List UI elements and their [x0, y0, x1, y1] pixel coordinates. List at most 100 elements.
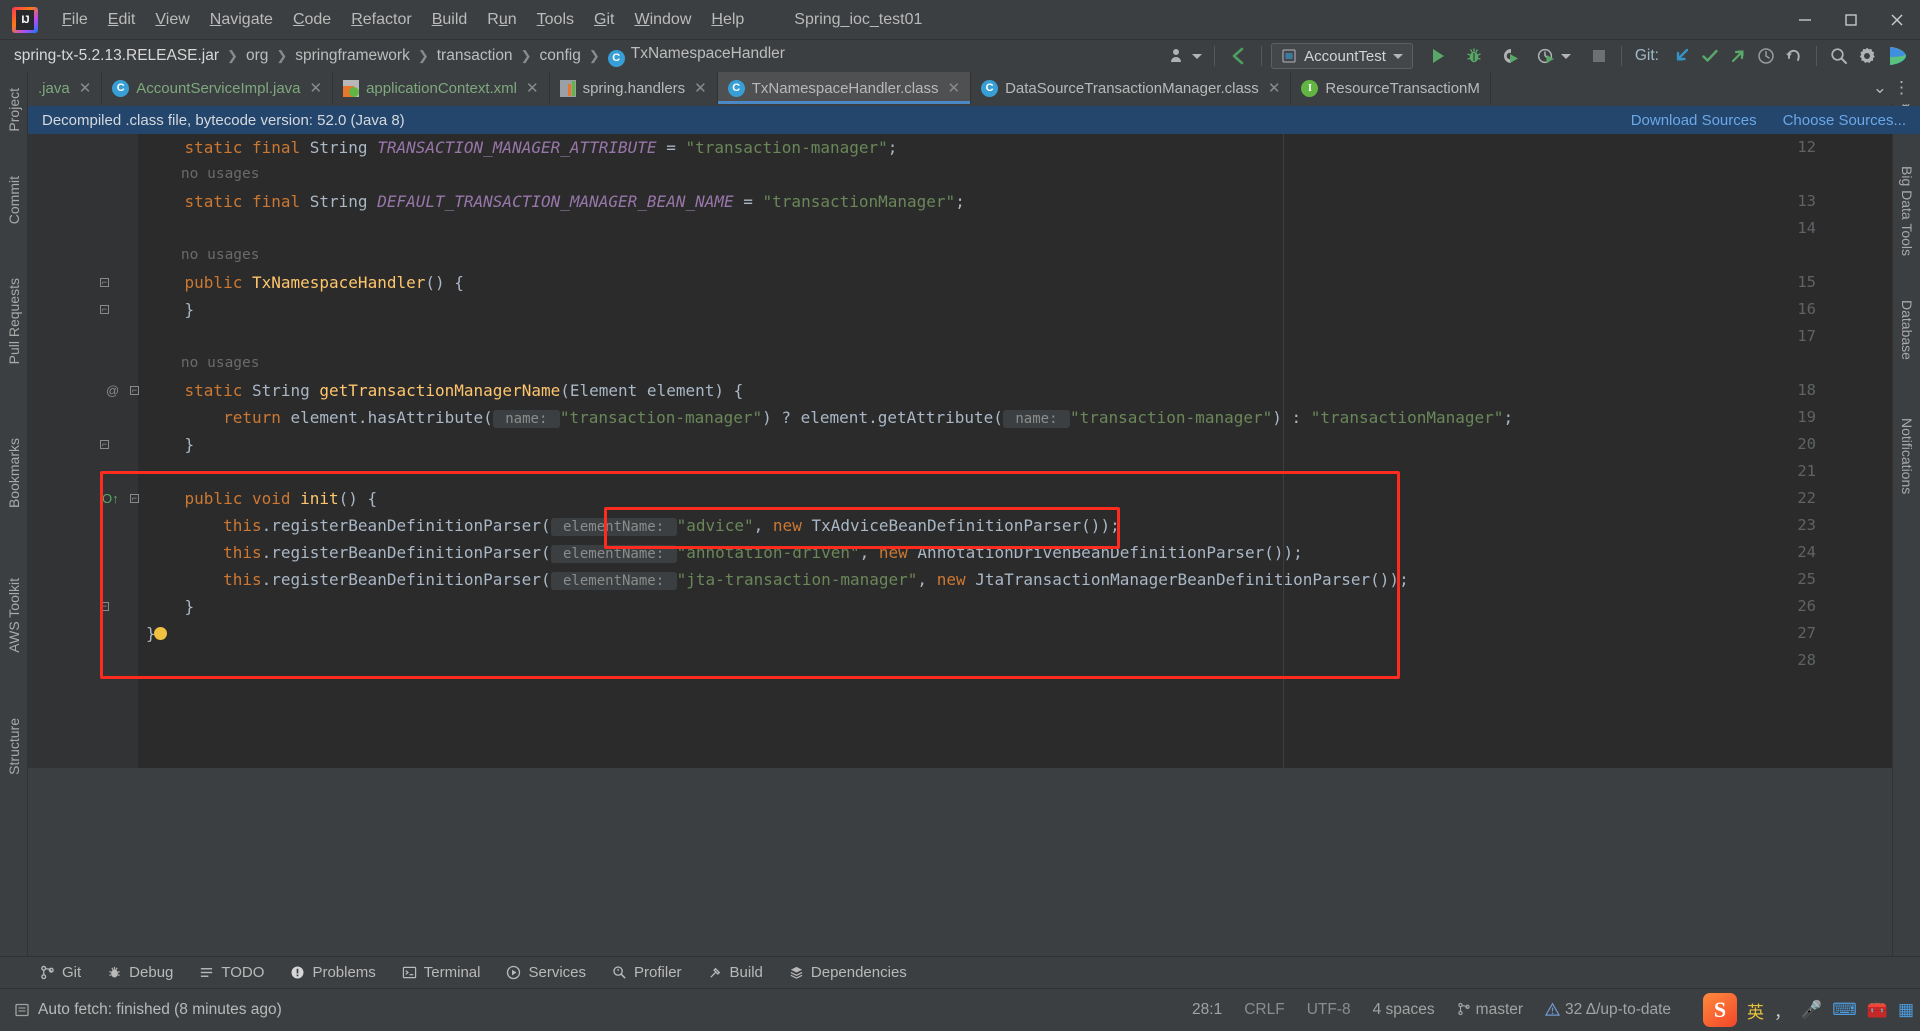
sidebar-item-structure[interactable]: Structure	[0, 712, 28, 781]
commit-checkmark-icon[interactable]	[1697, 42, 1723, 70]
bottom-item-debug[interactable]: Debug	[107, 964, 173, 981]
code-fold-marker[interactable]: ⌐	[100, 305, 109, 314]
punctuation-icon[interactable]: ，	[1774, 998, 1791, 1023]
run-with-coverage-icon[interactable]	[1497, 42, 1523, 70]
bottom-item-problems[interactable]: Problems	[290, 964, 376, 981]
tab-resource-transaction-manager[interactable]: I ResourceTransactionM	[1291, 72, 1491, 104]
tab-account-service-impl[interactable]: C AccountServiceImpl.java ✕	[102, 72, 334, 104]
bottom-item-terminal[interactable]: Terminal	[402, 964, 480, 981]
chevron-down-icon[interactable]	[1392, 53, 1403, 59]
chevron-down-icon[interactable]	[1560, 53, 1571, 59]
editor-gutter[interactable]	[28, 134, 138, 768]
download-sources-link[interactable]: Download Sources	[1631, 112, 1757, 129]
update-project-icon[interactable]	[1669, 42, 1695, 70]
menu-window[interactable]: Window	[624, 7, 701, 33]
sidebar-item-project[interactable]: Project	[0, 82, 28, 138]
caret-position[interactable]: 28:1	[1192, 1001, 1222, 1019]
menu-help[interactable]: Help	[701, 7, 754, 33]
code-fold-marker[interactable]: ⌐	[130, 494, 139, 503]
sidebar-item-database[interactable]: Database	[1893, 294, 1920, 366]
sidebar-item-pull-requests[interactable]: Pull Requests	[0, 272, 28, 370]
intention-bulb-icon[interactable]	[154, 627, 167, 640]
breadcrumb-item-class[interactable]: C TxNamespaceHandler	[607, 45, 785, 67]
rollback-undo-icon[interactable]	[1781, 42, 1807, 70]
bottom-item-profiler[interactable]: Profiler	[612, 964, 682, 981]
menu-tools[interactable]: Tools	[527, 7, 584, 33]
sync-status-widget[interactable]: 32 Δ/up-to-date	[1544, 1001, 1671, 1019]
ime-mode-label[interactable]: 英	[1747, 998, 1764, 1023]
chevron-down-icon[interactable]: ⌄	[1873, 78, 1887, 98]
search-magnifier-icon[interactable]	[1826, 42, 1852, 70]
line-separator[interactable]: CRLF	[1244, 1001, 1284, 1019]
keyboard-icon[interactable]: ⌨	[1832, 1000, 1857, 1020]
close-icon[interactable]: ✕	[694, 79, 707, 97]
tab-java[interactable]: .java ✕	[28, 72, 103, 104]
indent-setting[interactable]: 4 spaces	[1373, 1001, 1435, 1019]
debug-bug-icon[interactable]	[1461, 42, 1487, 70]
toolbox-icon[interactable]: 🧰	[1867, 1000, 1888, 1020]
close-icon[interactable]: ✕	[1268, 79, 1281, 97]
menu-code[interactable]: Code	[283, 7, 341, 33]
file-encoding[interactable]: UTF-8	[1307, 1001, 1351, 1019]
bottom-item-build[interactable]: Build	[708, 964, 763, 981]
push-arrow-icon[interactable]	[1725, 42, 1751, 70]
breadcrumb-item-org[interactable]: org	[246, 47, 268, 65]
sidebar-item-commit[interactable]: Commit	[0, 170, 28, 230]
tab-datasource-transaction-manager[interactable]: C DataSourceTransactionManager.class ✕	[971, 72, 1292, 104]
close-icon[interactable]: ✕	[526, 79, 539, 97]
code-fold-marker[interactable]: ⌐	[100, 440, 109, 449]
menu-build[interactable]: Build	[422, 7, 478, 33]
sogou-ime-logo-icon[interactable]: S	[1703, 993, 1738, 1027]
bottom-item-dependencies[interactable]: Dependencies	[789, 964, 907, 981]
code-fold-marker[interactable]: ⌐	[100, 278, 109, 287]
close-icon[interactable]: ✕	[79, 79, 92, 97]
breadcrumb-item-config[interactable]: config	[539, 47, 580, 65]
override-marker-icon[interactable]: @	[106, 377, 119, 404]
minimize-icon[interactable]	[1782, 0, 1828, 40]
breadcrumb-item-springframework[interactable]: springframework	[295, 47, 410, 65]
git-branch-widget[interactable]: master	[1457, 1001, 1523, 1019]
bottom-item-services[interactable]: Services	[506, 964, 586, 981]
menu-refactor[interactable]: Refactor	[341, 7, 421, 33]
menu-navigate[interactable]: Navigate	[200, 7, 283, 33]
choose-sources-link[interactable]: Choose Sources...	[1783, 112, 1906, 129]
menu-edit[interactable]: Edit	[98, 7, 146, 33]
back-arrow-icon[interactable]	[1224, 42, 1252, 70]
stop-square-icon[interactable]	[1586, 42, 1612, 70]
close-icon[interactable]: ✕	[947, 79, 960, 97]
bottom-item-todo[interactable]: TODO	[199, 964, 264, 981]
run-profiler-icon[interactable]	[1533, 42, 1574, 70]
breadcrumb-item-transaction[interactable]: transaction	[437, 47, 513, 65]
maximize-icon[interactable]	[1828, 0, 1874, 40]
close-icon[interactable]: ✕	[310, 79, 323, 97]
tab-tx-namespace-handler[interactable]: C TxNamespaceHandler.class ✕	[717, 72, 972, 104]
grid-menu-icon[interactable]: ▦	[1898, 1000, 1914, 1020]
sidebar-item-notifications[interactable]: Notifications	[1893, 412, 1920, 500]
menu-view[interactable]: View	[145, 7, 199, 33]
code-fold-marker[interactable]: ⌐	[130, 386, 139, 395]
implementing-method-marker-icon[interactable]: O↑	[102, 485, 119, 512]
more-vertical-icon[interactable]: ⋮	[1893, 79, 1910, 96]
microphone-icon[interactable]: 🎤	[1801, 1000, 1822, 1020]
close-icon[interactable]	[1874, 0, 1920, 40]
run-play-icon[interactable]	[1425, 42, 1451, 70]
code-content[interactable]: 12 static final String TRANSACTION_MANAG…	[100, 134, 1892, 768]
colorful-plugin-icon[interactable]	[1882, 42, 1912, 70]
code-fold-marker[interactable]: ⌐	[100, 602, 109, 611]
settings-gear-icon[interactable]	[1854, 42, 1880, 70]
menu-file[interactable]: File	[52, 7, 98, 33]
history-clock-icon[interactable]	[1753, 42, 1779, 70]
run-configuration-selector[interactable]: AccountTest	[1271, 43, 1413, 69]
user-profile-icon[interactable]	[1165, 42, 1205, 70]
menu-run[interactable]: Run	[477, 7, 526, 33]
bottom-item-git[interactable]: Git	[40, 964, 81, 981]
tab-application-context-xml[interactable]: applicationContext.xml ✕	[333, 72, 550, 104]
sidebar-item-big-data-tools[interactable]: Big Data Tools	[1893, 160, 1920, 262]
main-toolbar: AccountTest Git:	[1165, 42, 1920, 70]
menu-git[interactable]: Git	[584, 7, 624, 33]
sidebar-item-aws-toolkit[interactable]: AWS Toolkit	[0, 572, 28, 659]
sidebar-item-bookmarks[interactable]: Bookmarks	[0, 432, 28, 514]
tab-spring-handlers[interactable]: spring.handlers ✕	[550, 72, 718, 104]
code-editor[interactable]: 12 static final String TRANSACTION_MANAG…	[28, 134, 1892, 768]
breadcrumb-item-jar[interactable]: spring-tx-5.2.13.RELEASE.jar	[14, 47, 219, 65]
